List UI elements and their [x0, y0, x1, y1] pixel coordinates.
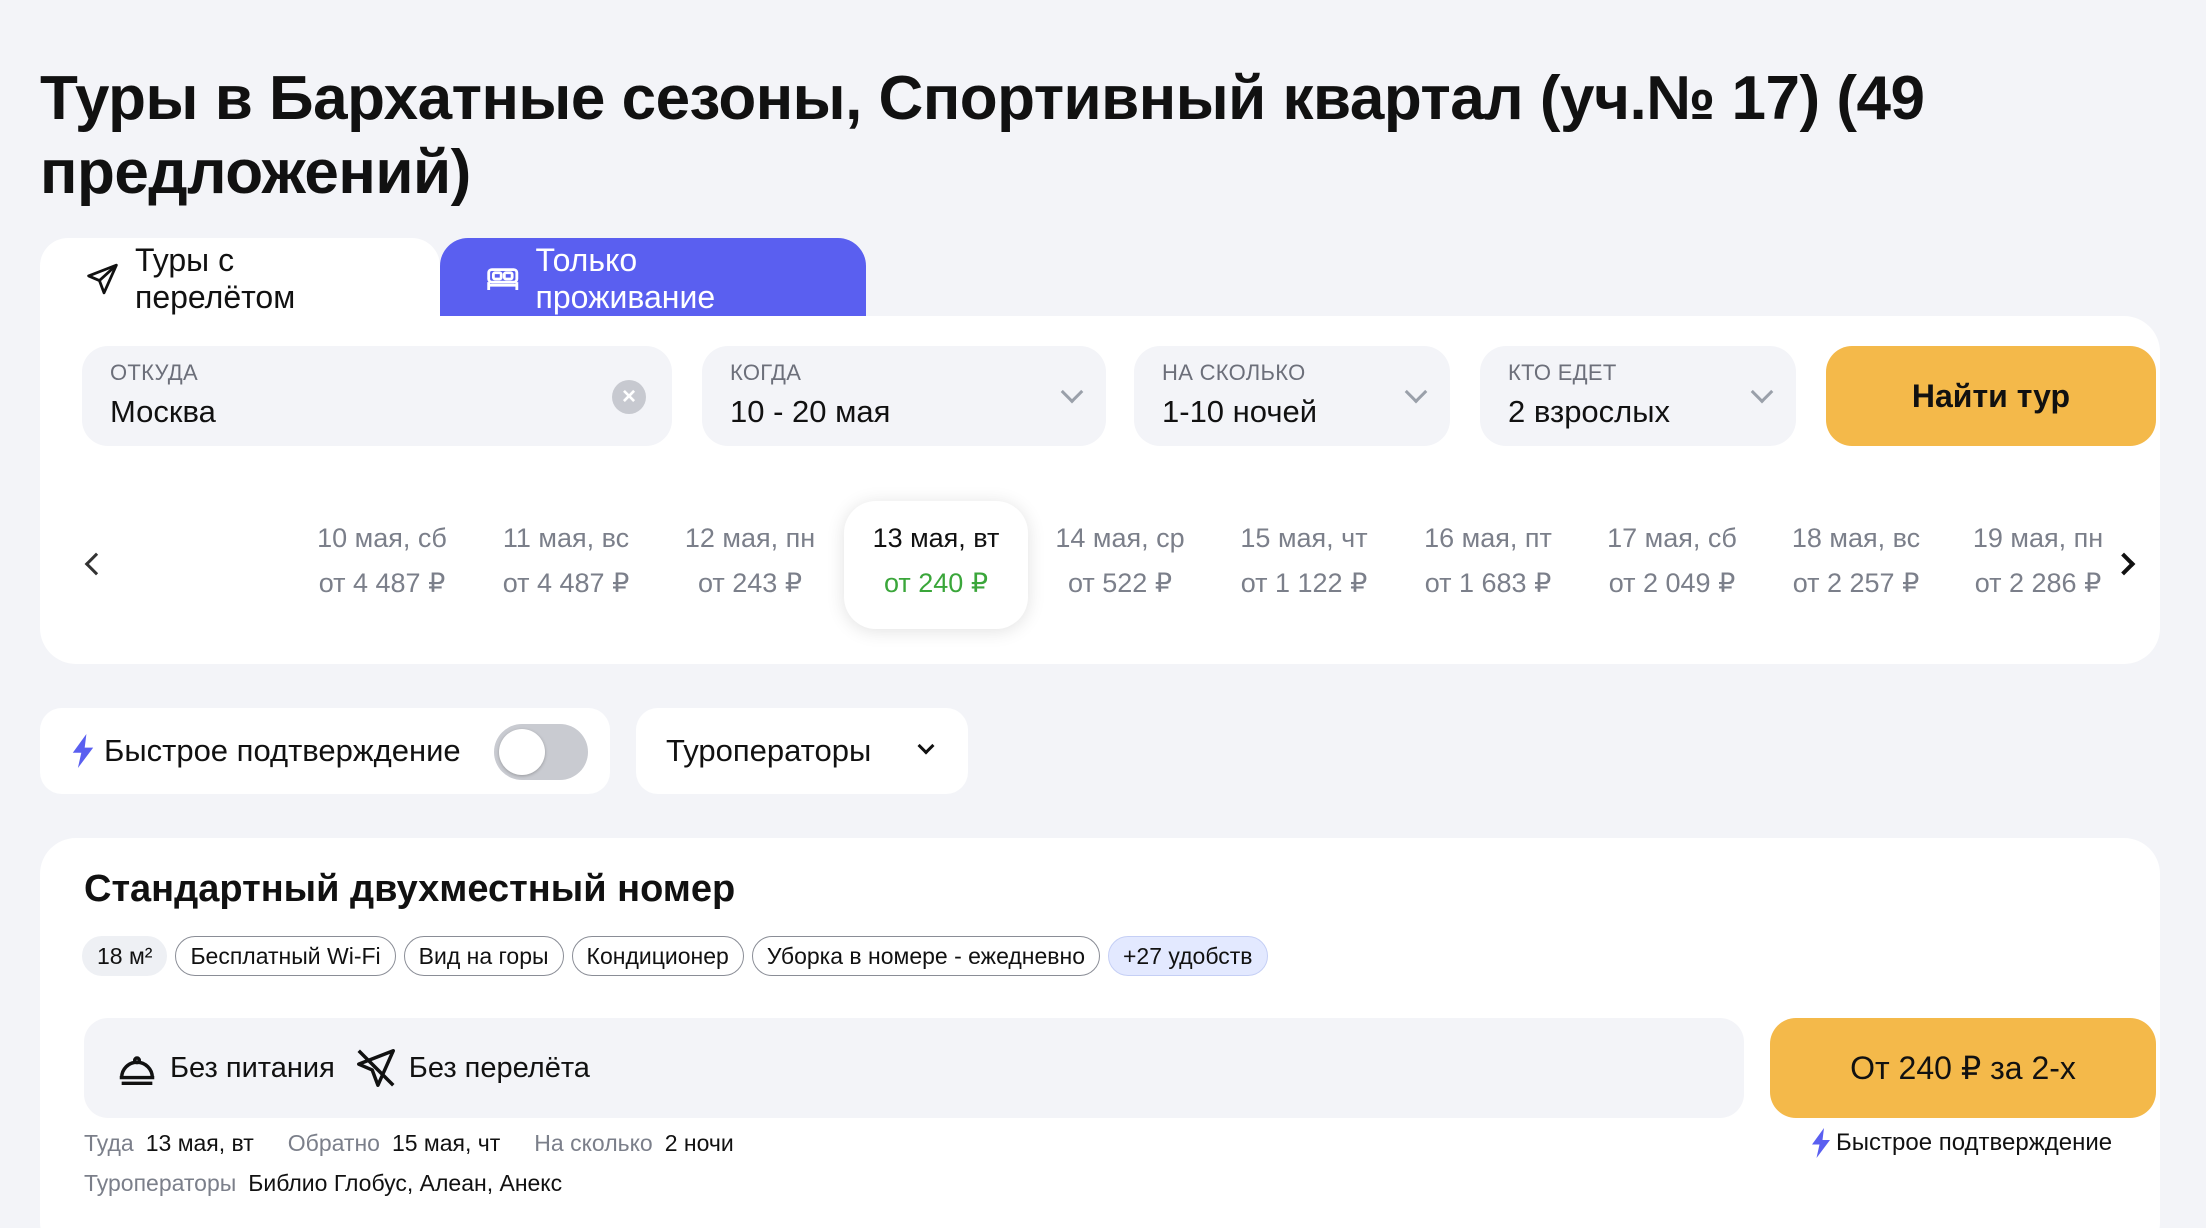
date-option[interactable]: 18 мая, вс от 2 257 ₽ — [1764, 501, 1948, 629]
fast-note-label: Быстрое подтверждение — [1836, 1129, 2113, 1156]
tab-tours-with-flight[interactable]: Туры с перелётом — [40, 238, 440, 320]
clear-icon[interactable]: × — [612, 380, 646, 414]
flight-label: Без перелёта — [408, 1051, 590, 1084]
date-price: от 240 ₽ — [883, 568, 989, 598]
room-title: Стандартный двухместный номер — [84, 868, 736, 910]
date-label: 13 мая, вт — [872, 523, 1000, 553]
date-label: 19 мая, пн — [1972, 523, 2104, 553]
travelers-field[interactable]: Кто едет 2 взрослых — [1480, 346, 1796, 446]
date-option[interactable]: 19 мая, пн от 2 286 ₽ — [1946, 501, 2130, 629]
nights-meta-value: 2 ночи — [664, 1130, 734, 1156]
nights-field[interactable]: На сколько 1-10 ночей — [1134, 346, 1450, 446]
offer-details: Без питания Без перелёта — [84, 1018, 1744, 1118]
date-price: от 2 049 ₽ — [1608, 568, 1736, 598]
tab-label: Только проживание — [535, 242, 716, 315]
date-label: 12 мая, пн — [684, 523, 816, 553]
lightning-icon — [72, 734, 94, 768]
there-value: 13 мая, вт — [145, 1130, 254, 1156]
lightning-icon — [1812, 1128, 1830, 1158]
when-value: 10 - 20 мая — [730, 394, 891, 429]
date-option-selected[interactable]: 13 мая, вт от 240 ₽ — [844, 501, 1028, 629]
travelers-value: 2 взрослых — [1508, 394, 1671, 429]
from-label: Откуда — [110, 360, 198, 385]
fast-confirmation-filter[interactable]: Быстрое подтверждение — [40, 708, 610, 794]
date-option[interactable]: 12 мая, пн от 243 ₽ — [658, 501, 842, 629]
trip-operators: Туроператоры Библио Глобус, Алеан, Анекс — [84, 1170, 584, 1197]
back-value: 15 мая, чт — [391, 1130, 501, 1156]
from-value: Москва — [110, 394, 216, 429]
chevron-down-icon — [917, 737, 935, 755]
date-label: 17 мая, сб — [1607, 523, 1737, 553]
date-price: от 243 ₽ — [697, 568, 803, 598]
room-offer-card: Стандартный двухместный номер 18 м² Бесп… — [40, 838, 2160, 1228]
search-panel: Откуда Москва × Когда 10 - 20 мая На ско… — [40, 316, 2160, 664]
price-button[interactable]: От 240 ₽ за 2-х — [1770, 1018, 2156, 1118]
from-field[interactable]: Откуда Москва × — [82, 346, 672, 446]
date-price: от 4 487 ₽ — [502, 568, 630, 598]
no-flight-icon — [356, 1049, 395, 1087]
date-option[interactable]: 15 мая, чт от 1 122 ₽ — [1212, 501, 1396, 629]
when-label: Когда — [730, 360, 802, 385]
fast-confirmation-toggle[interactable] — [494, 724, 588, 780]
nights-value: 1-10 ночей — [1162, 394, 1318, 429]
find-tour-button[interactable]: Найти тур — [1826, 346, 2156, 446]
date-price: от 2 257 ₽ — [1792, 568, 1920, 598]
meal-label: Без питания — [170, 1051, 335, 1084]
fast-confirmation-label: Быстрое подтверждение — [104, 733, 461, 768]
operators-meta-label: Туроператоры — [84, 1170, 237, 1196]
back-label: Обратно — [287, 1130, 380, 1156]
date-option[interactable]: 14 мая, ср от 522 ₽ — [1028, 501, 1212, 629]
amenity-chip: Вид на горы — [403, 936, 564, 976]
date-option[interactable]: 10 мая, сб от 4 487 ₽ — [290, 501, 474, 629]
date-price: от 1 683 ₽ — [1424, 568, 1552, 598]
dates-prev-arrow-icon[interactable] — [76, 544, 116, 584]
cloche-icon — [119, 1056, 155, 1086]
date-option[interactable]: 17 мая, сб от 2 049 ₽ — [1580, 501, 1764, 629]
date-label: 15 мая, чт — [1240, 523, 1368, 553]
amenity-chip: Бесплатный Wi-Fi — [175, 936, 396, 976]
date-label: 16 мая, пт — [1424, 523, 1552, 553]
date-label: 11 мая, вс — [502, 523, 630, 553]
nights-label: На сколько — [1162, 360, 1306, 385]
tab-label: Туры с перелётом — [134, 242, 296, 315]
dates-next-arrow-icon[interactable] — [2104, 544, 2144, 584]
bed-icon — [487, 268, 519, 290]
operators-filter-label: Туроператоры — [666, 733, 872, 768]
date-label: 18 мая, вс — [1791, 523, 1921, 553]
travelers-label: Кто едет — [1508, 360, 1617, 385]
date-price: от 1 122 ₽ — [1240, 568, 1368, 598]
operators-meta-value: Библио Глобус, Алеан, Анекс — [248, 1170, 563, 1196]
operators-filter[interactable]: Туроператоры — [636, 708, 968, 794]
date-label: 10 мая, сб — [317, 523, 447, 553]
date-label: 14 мая, ср — [1055, 523, 1185, 553]
date-option[interactable]: 11 мая, вс от 4 487 ₽ — [474, 501, 658, 629]
date-price: от 522 ₽ — [1067, 568, 1173, 598]
amenity-chip: Уборка в номере - ежедневно — [751, 936, 1100, 976]
amenity-chip: 18 м² — [82, 936, 168, 976]
there-label: Туда — [84, 1130, 134, 1156]
date-option[interactable]: 16 мая, пт от 1 683 ₽ — [1396, 501, 1580, 629]
when-field[interactable]: Когда 10 - 20 мая — [702, 346, 1106, 446]
nights-meta-label: На сколько — [534, 1130, 653, 1156]
trip-dates: Туда 13 мая, вт Обратно 15 мая, чт На ск… — [84, 1130, 756, 1157]
tab-accommodation-only[interactable]: Только проживание — [440, 238, 866, 320]
date-price: от 4 487 ₽ — [318, 568, 446, 598]
date-price: от 2 286 ₽ — [1974, 568, 2102, 598]
amenity-chip: Кондиционер — [571, 936, 744, 976]
page-title: Туры в Бархатные сезоны, Спортивный квар… — [40, 64, 1925, 207]
more-amenities-button[interactable]: +27 удобств — [1107, 936, 1268, 976]
airplane-icon — [87, 263, 118, 295]
amenities-list: 18 м² Бесплатный Wi-Fi Вид на горы Конди… — [82, 936, 1268, 976]
fast-confirmation-note: Быстрое подтверждение — [1812, 1128, 2112, 1158]
